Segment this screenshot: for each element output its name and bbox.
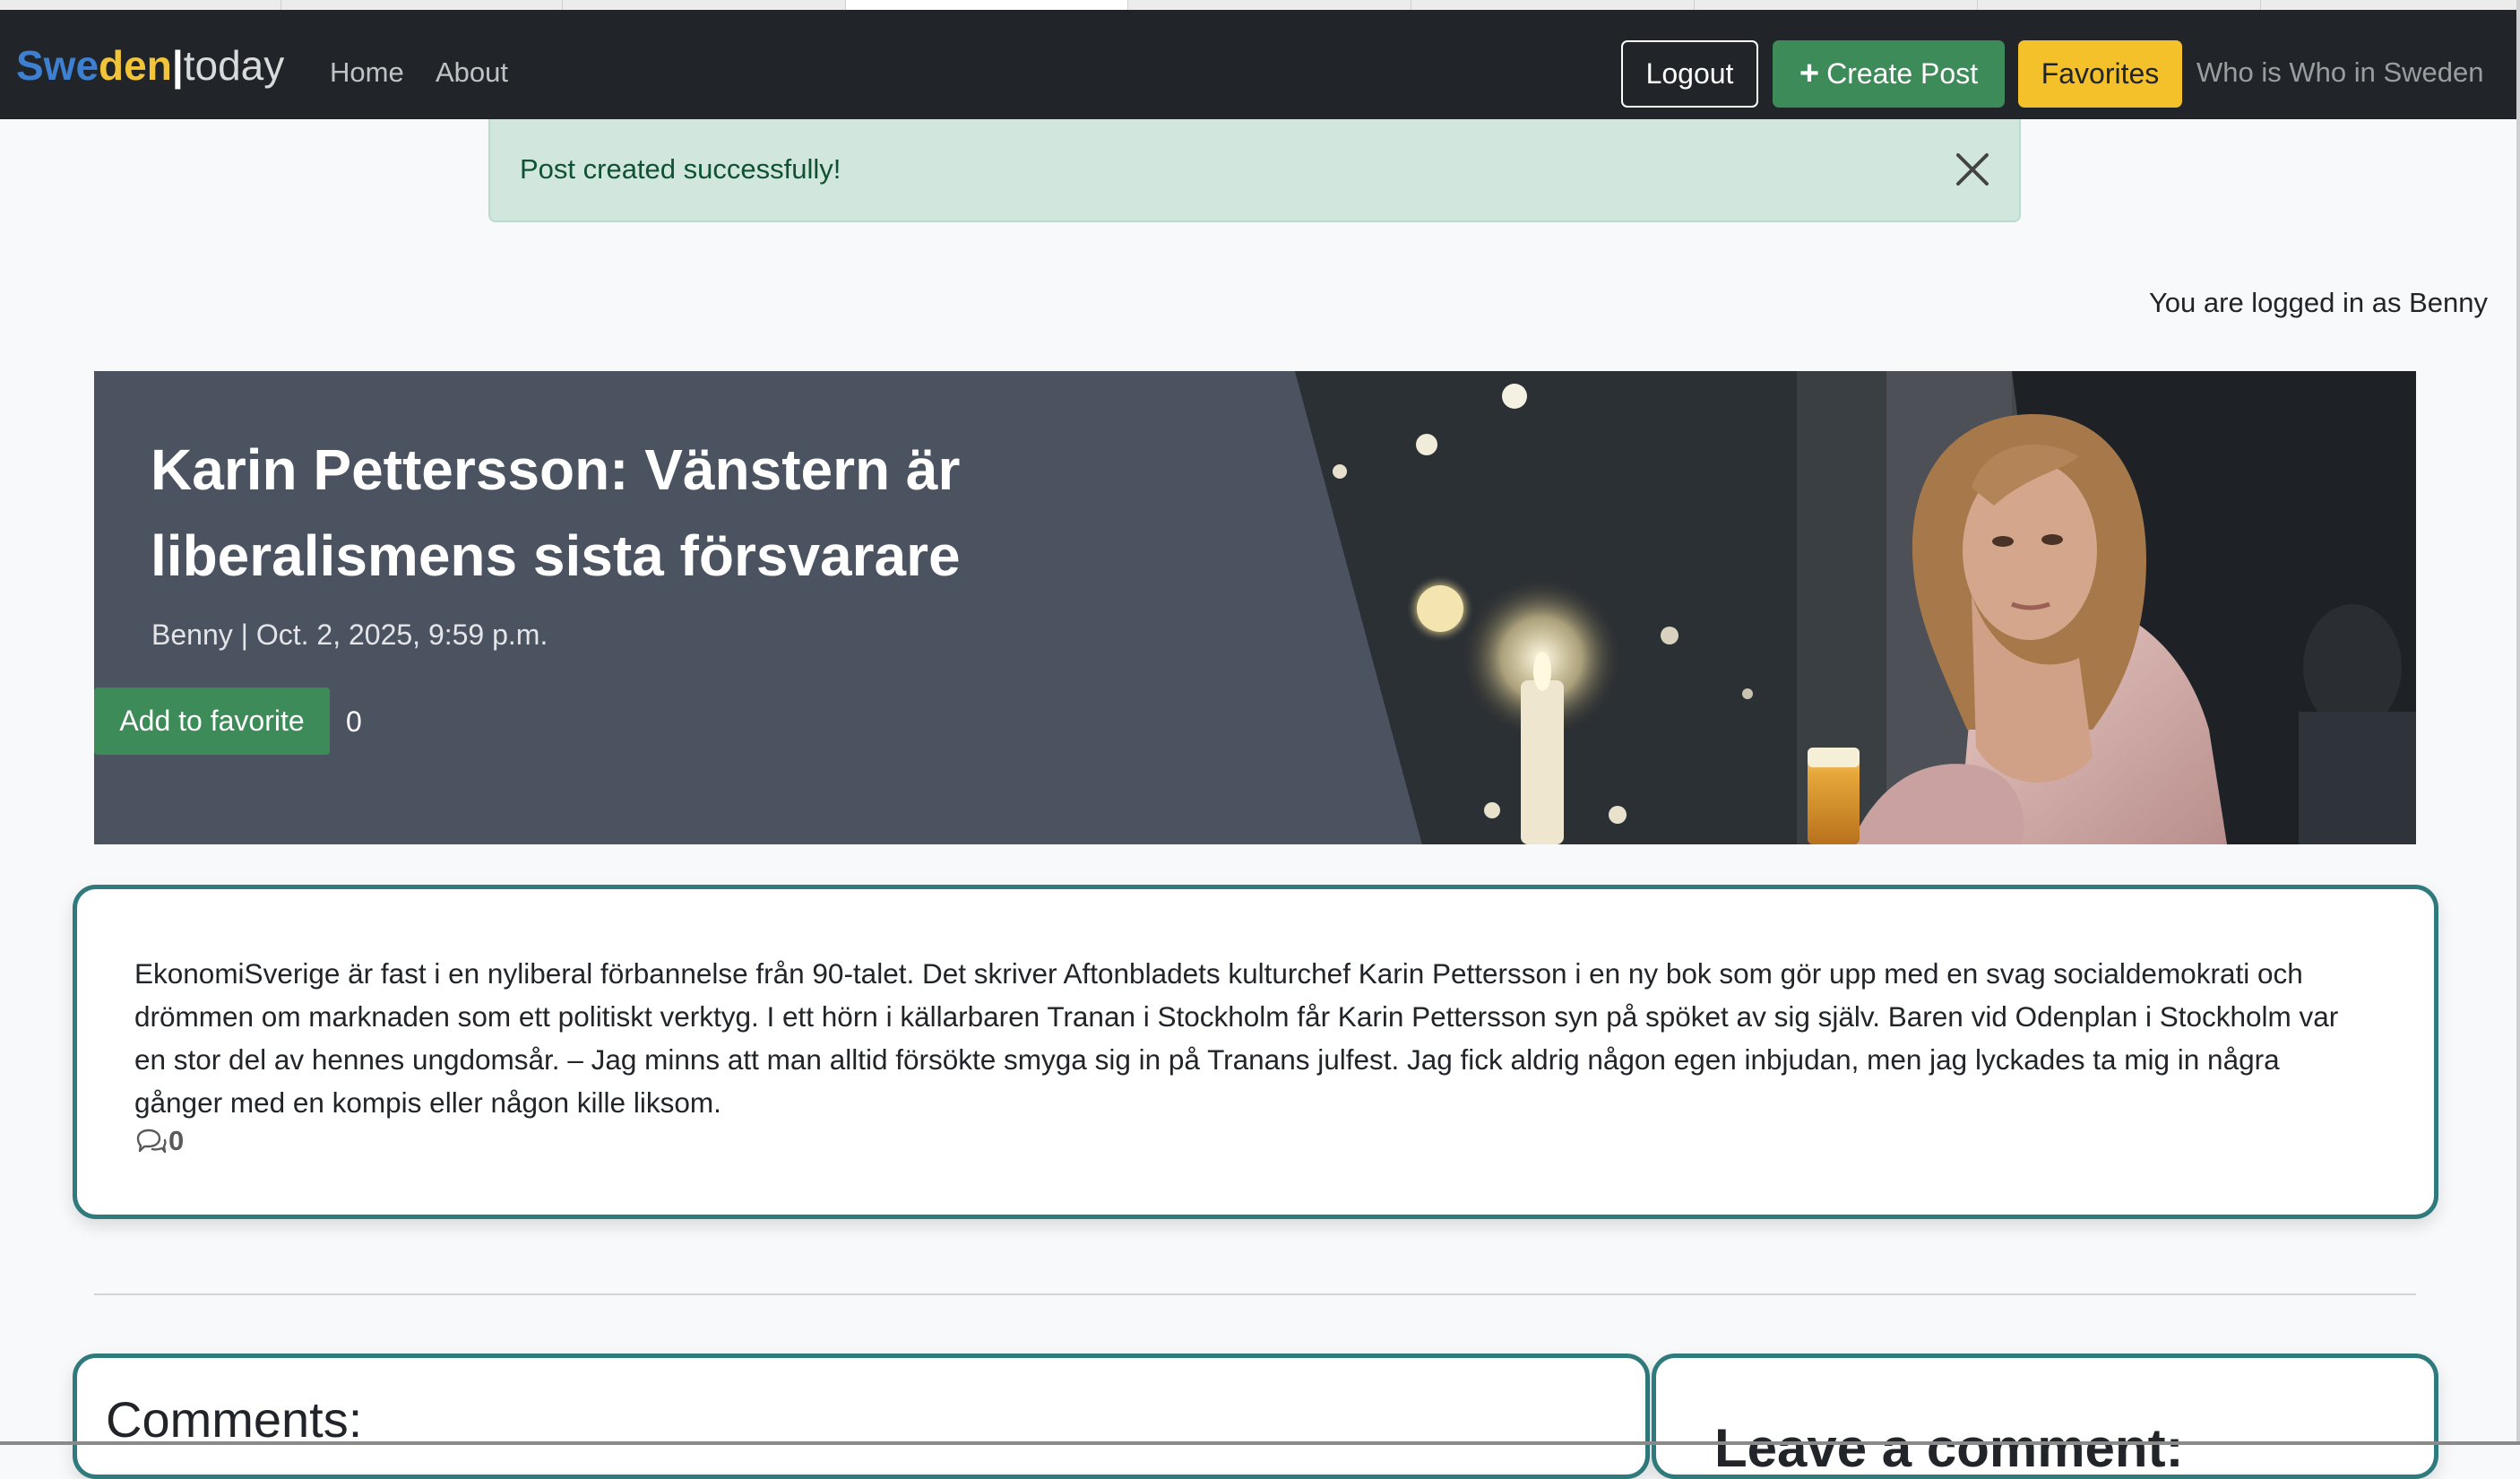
create-post-button[interactable]: + Create Post (1773, 40, 2005, 108)
add-to-favorite-button[interactable]: Add to favorite (94, 688, 330, 755)
section-divider (94, 1293, 2416, 1295)
tab-divider (2260, 0, 2261, 10)
logout-button[interactable]: Logout (1621, 40, 1758, 108)
window-edge (0, 1441, 2520, 1445)
tab-divider (562, 0, 563, 10)
post-title: Karin Pettersson: Vänstern är liberalism… (151, 437, 961, 588)
leave-comment-card: Leave a comment: (1652, 1354, 2438, 1479)
window-edge (2516, 0, 2520, 1445)
favorites-label: Favorites (2041, 57, 2160, 90)
tab-divider (280, 0, 281, 10)
create-post-label: Create Post (1826, 57, 1979, 90)
brand-part-3: today (183, 42, 285, 89)
browser-tab-active[interactable] (846, 0, 1127, 10)
tab-divider (1977, 0, 1978, 10)
nav-about-link[interactable]: About (436, 56, 508, 89)
post-body-text: EkonomiSverige är fast i en nyliberal fö… (134, 957, 2339, 1119)
brand-logo[interactable]: Sweden|today (16, 42, 284, 89)
brand-part-2: den (99, 42, 172, 89)
favorites-button[interactable]: Favorites (2018, 40, 2182, 108)
comment-count-value: 0 (168, 1125, 185, 1156)
brand-part-1: Swe (16, 42, 99, 89)
top-navbar: Sweden|today Home About Logout + Create … (0, 10, 2516, 119)
tab-divider (1127, 0, 1128, 10)
add-to-favorite-label: Add to favorite (119, 705, 305, 737)
close-icon[interactable] (1953, 150, 1992, 189)
leave-comment-title: Leave a comment: (1714, 1418, 2184, 1478)
comment-count: 0 (134, 1125, 184, 1157)
comments-title: Comments: (106, 1391, 363, 1448)
post-body-card: EkonomiSverige är fast i en nyliberal fö… (73, 885, 2438, 1219)
post-meta: Benny | Oct. 2, 2025, 9:59 p.m. (151, 618, 548, 651)
logged-in-status: You are logged in as Benny (2148, 287, 2488, 318)
comments-card: Comments: (73, 1354, 1650, 1479)
tab-divider (1694, 0, 1695, 10)
nav-home-link[interactable]: Home (330, 56, 404, 89)
browser-tab-strip (0, 0, 2520, 10)
logout-label: Logout (1645, 57, 1734, 90)
plus-icon: + (1799, 55, 1820, 92)
alert-message: Post created successfully! (520, 153, 841, 185)
nav-who-is-who-link[interactable]: Who is Who in Sweden (2196, 56, 2483, 89)
success-alert: Post created successfully! (488, 119, 2021, 222)
chat-bubbles-icon (136, 1129, 167, 1154)
brand-separator: | (171, 42, 184, 89)
post-hero: Karin Pettersson: Vänstern är liberalism… (94, 371, 2416, 844)
favorite-count: 0 (346, 705, 362, 738)
